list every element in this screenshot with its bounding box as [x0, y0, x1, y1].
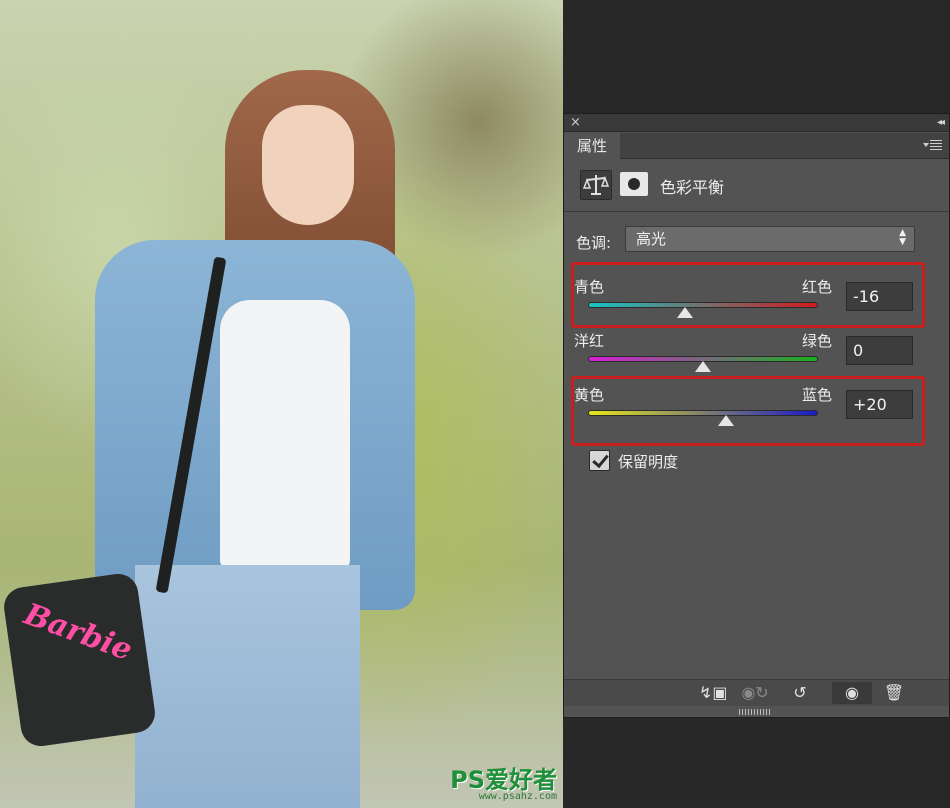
preserve-luminosity-label: 保留明度: [618, 453, 679, 471]
slider-cyan-label: 青色: [574, 278, 605, 296]
slider-yellow-label: 黄色: [574, 386, 605, 404]
trash-icon[interactable]: 🗑: [880, 682, 908, 704]
slider-magenta-green: 洋红 绿色: [574, 330, 832, 380]
tab-properties[interactable]: 属性: [564, 133, 620, 159]
adjustment-title: 色彩平衡: [660, 178, 725, 197]
resize-grip[interactable]: [739, 709, 771, 715]
photo-canvas: Barbie PS爱好者 www.psahz.com: [0, 0, 563, 808]
slider-magenta-label: 洋红: [574, 332, 605, 350]
slider-yellow-blue: 黄色 蓝色: [574, 384, 832, 434]
photo-jeans: [135, 565, 360, 808]
cyan-red-value-input[interactable]: -16: [846, 282, 913, 311]
menu-lines-icon: [930, 140, 942, 151]
screen: Barbie PS爱好者 www.psahz.com × ◂◂ 属性 色彩平衡 …: [0, 0, 950, 808]
slider-blue-label: 蓝色: [801, 386, 832, 404]
watermark-title: PS爱好者: [450, 766, 557, 794]
photo-handbag: [1, 571, 158, 749]
properties-panel: × ◂◂ 属性 色彩平衡 色调: 高光 ▲ ▼ 青色 红色 -16 洋红 绿色 …: [563, 113, 950, 718]
tone-select[interactable]: 高光 ▲ ▼: [625, 226, 915, 252]
slider-thumb[interactable]: [676, 307, 693, 318]
slider-track[interactable]: [588, 410, 818, 416]
magenta-green-value-input[interactable]: 0: [846, 336, 913, 365]
panel-footer: ↯▣ ◉↻ ↺ ◉ 🗑: [564, 679, 949, 706]
menu-arrow-icon: [923, 143, 929, 147]
tone-select-value: 高光: [636, 230, 667, 248]
collapse-panel-icon[interactable]: ◂◂: [937, 114, 945, 132]
photo-white-tee: [220, 300, 350, 570]
slider-thumb[interactable]: [695, 361, 711, 372]
reset-icon[interactable]: ↺: [786, 682, 814, 704]
photo-face: [262, 105, 354, 225]
close-icon[interactable]: ×: [570, 114, 581, 132]
panel-menu-icon[interactable]: [923, 139, 943, 153]
color-balance-icon[interactable]: [580, 170, 612, 200]
slider-green-label: 绿色: [801, 332, 832, 350]
layer-mask-icon[interactable]: [620, 172, 648, 196]
select-arrows-icon: ▲ ▼: [899, 228, 906, 247]
panel-titlebar: × ◂◂: [564, 114, 949, 132]
yellow-blue-value-input[interactable]: +20: [846, 390, 913, 419]
panel-tabbar: 属性: [564, 133, 949, 159]
clip-to-layer-icon[interactable]: ↯▣: [699, 682, 728, 704]
tone-label: 色调:: [576, 234, 612, 252]
view-previous-icon[interactable]: ◉↻: [739, 682, 771, 704]
adjustment-header: 色彩平衡: [564, 160, 949, 212]
slider-red-label: 红色: [801, 278, 832, 296]
watermark: PS爱好者 www.psahz.com: [450, 768, 557, 802]
preserve-luminosity-checkbox[interactable]: [589, 450, 610, 471]
slider-track[interactable]: [588, 302, 818, 308]
visibility-eye-icon[interactable]: ◉: [832, 682, 872, 704]
slider-thumb[interactable]: [718, 415, 734, 426]
slider-cyan-red: 青色 红色: [574, 276, 832, 326]
